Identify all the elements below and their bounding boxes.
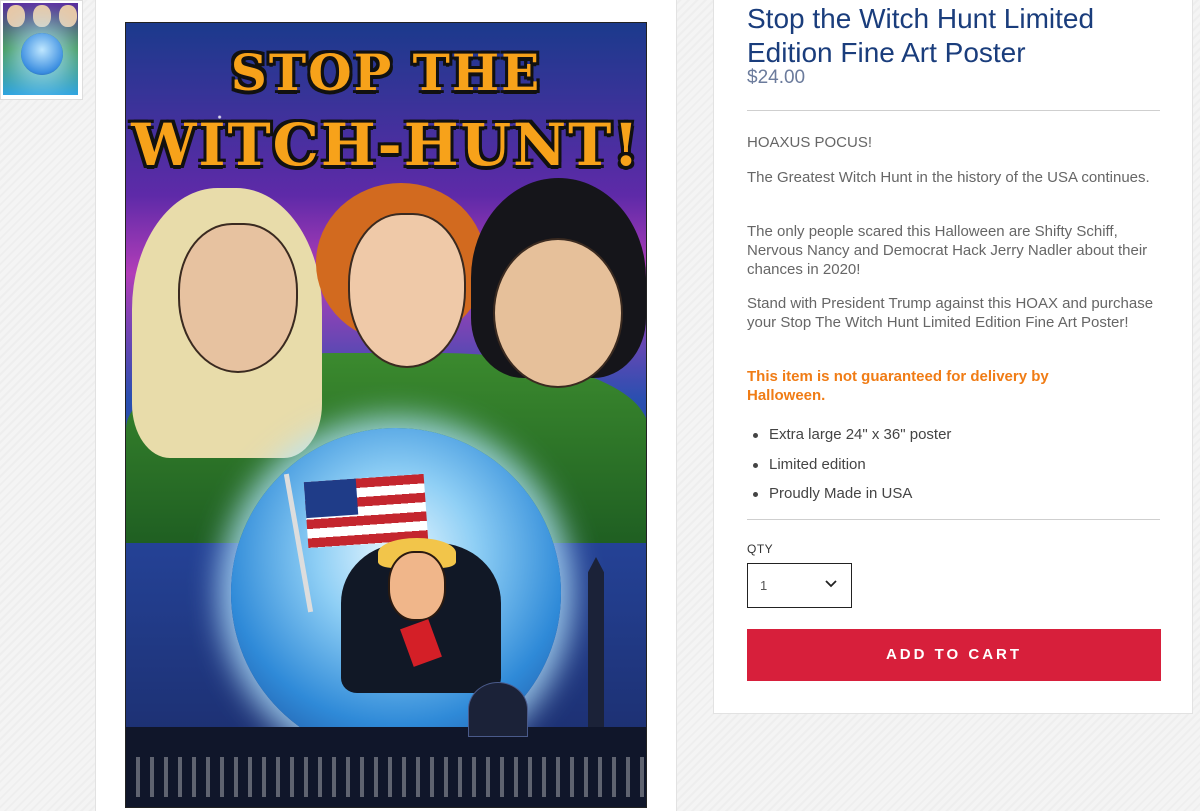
chevron-down-icon [825,580,837,588]
divider [747,519,1160,520]
washington-monument [588,557,604,747]
quantity-label: QTY [747,542,774,556]
thumbnail-face [33,5,51,27]
witch-left-face [178,223,298,373]
poster-title-line2: WITCH-HUNT! [131,111,641,179]
add-to-cart-button[interactable]: ADD TO CART [747,629,1161,681]
quantity-value: 1 [760,578,768,593]
skyline-windows [126,757,646,797]
witch-right-face [493,238,623,388]
description-paragraph: The Greatest Witch Hunt in the history o… [747,169,1150,186]
quantity-select[interactable]: 1 [747,563,852,608]
description-paragraph: The only people scared this Halloween ar… [747,223,1148,278]
delivery-warning: This item is not guaranteed for delivery… [747,368,1049,404]
thumbnail-face [7,5,25,27]
feature-item: Extra large 24" x 36" poster [747,420,951,450]
description-paragraph: HOAXUS POCUS! [747,134,873,151]
divider [747,110,1160,111]
thumbnail-face [59,5,77,27]
description-paragraph: Stand with President Trump against this … [747,295,1154,331]
product-title: Stop the Witch Hunt Limited Edition Fine… [747,3,1095,68]
thumbnail-strip [0,0,84,100]
witch-center-face [348,213,466,368]
feature-item: Proudly Made in USA [747,479,951,509]
capitol-dome [468,682,528,737]
product-price: $24.00 [747,67,806,88]
thumbnail-orb [21,33,63,75]
product-main-image[interactable]: STOP THE WITCH-HUNT! [125,22,647,808]
poster-title-line1: STOP THE [230,43,542,102]
add-to-cart-label: ADD TO CART [885,646,1023,663]
product-info-panel: Stop the Witch Hunt Limited Edition Fine… [713,0,1193,714]
product-thumbnail[interactable] [0,0,83,100]
feature-item: Limited edition [747,450,951,480]
thumbnail-image [3,3,78,95]
feature-list: Extra large 24" x 36" poster Limited edi… [747,420,951,509]
us-flag [303,473,429,549]
hero-figure-face [388,551,446,621]
